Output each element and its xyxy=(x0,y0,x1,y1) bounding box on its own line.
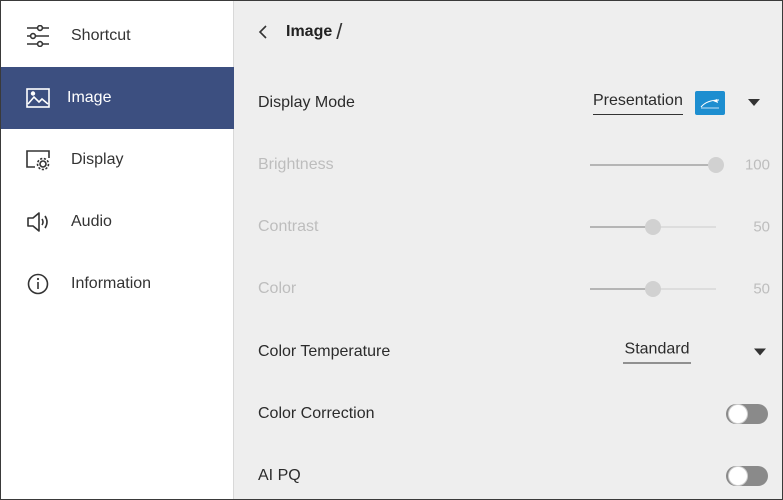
color-temperature-select[interactable]: Standard xyxy=(623,341,767,364)
slider-fill xyxy=(590,288,653,290)
color-correction-row: Color Correction xyxy=(234,383,782,445)
display-mode-value: Presentation xyxy=(593,92,683,115)
sidebar-item-display[interactable]: Display xyxy=(1,129,234,191)
color-slider xyxy=(590,281,716,297)
brightness-value: 100 xyxy=(744,156,770,174)
ai-pq-label: AI PQ xyxy=(258,467,301,484)
color-value: 50 xyxy=(753,280,770,298)
info-icon xyxy=(25,271,51,297)
color-row: Color 50 xyxy=(234,258,782,320)
color-label: Color xyxy=(258,280,297,297)
slider-fill xyxy=(590,164,716,166)
slider-thumb xyxy=(645,219,661,235)
sidebar-item-information[interactable]: Information xyxy=(1,253,234,315)
toggle-knob xyxy=(728,404,748,424)
chevron-down-icon[interactable] xyxy=(747,98,761,108)
sidebar-item-label: Audio xyxy=(71,213,112,230)
slider-thumb xyxy=(645,281,661,297)
slider-fill xyxy=(590,226,653,228)
sliders-icon xyxy=(25,23,51,49)
contrast-value: 50 xyxy=(753,218,770,236)
contrast-row: Contrast 50 xyxy=(234,196,782,258)
chevron-down-icon[interactable] xyxy=(753,347,767,357)
sidebar-item-image[interactable]: Image xyxy=(1,67,234,129)
sidebar-item-label: Information xyxy=(71,275,152,292)
display-settings-icon xyxy=(25,147,51,173)
display-mode-row[interactable]: Display Mode Presentation xyxy=(234,72,782,134)
ai-pq-toggle[interactable] xyxy=(726,466,768,486)
speaker-icon xyxy=(25,209,51,235)
page-title: Image xyxy=(286,23,333,40)
ai-pq-row: AI PQ xyxy=(234,445,782,499)
sidebar: Shortcut Image Display Audio Information xyxy=(1,1,234,499)
contrast-label: Contrast xyxy=(258,218,319,235)
main-panel: Image / Display Mode Presentation Bright… xyxy=(234,1,782,499)
color-correction-label: Color Correction xyxy=(258,405,375,422)
brightness-label: Brightness xyxy=(258,156,334,173)
page-header: Image / xyxy=(234,1,782,63)
color-temperature-row[interactable]: Color Temperature Standard xyxy=(234,321,782,383)
energy-star-icon xyxy=(694,91,725,115)
sidebar-item-shortcut[interactable]: Shortcut xyxy=(1,5,234,67)
color-temperature-value-text: Standard xyxy=(624,340,690,358)
color-temperature-value: Standard xyxy=(623,341,691,364)
sidebar-item-label: Image xyxy=(67,89,112,106)
sidebar-item-audio[interactable]: Audio xyxy=(1,191,234,253)
color-correction-toggle[interactable] xyxy=(726,404,768,424)
settings-window: Shortcut Image Display Audio Information xyxy=(0,0,783,500)
display-mode-value-text: Presentation xyxy=(593,91,683,109)
breadcrumb-separator: / xyxy=(336,19,343,44)
slider-thumb xyxy=(708,157,724,173)
image-icon xyxy=(25,85,51,111)
display-mode-label: Display Mode xyxy=(258,94,355,111)
display-mode-select[interactable]: Presentation xyxy=(593,91,761,115)
brightness-row: Brightness 100 xyxy=(234,134,782,196)
sidebar-item-label: Shortcut xyxy=(71,27,131,44)
sidebar-item-label: Display xyxy=(71,151,124,168)
toggle-knob xyxy=(728,466,748,486)
color-temperature-label: Color Temperature xyxy=(258,343,391,360)
back-arrow-icon[interactable] xyxy=(256,22,270,42)
brightness-slider xyxy=(590,157,724,173)
contrast-slider xyxy=(590,219,716,235)
